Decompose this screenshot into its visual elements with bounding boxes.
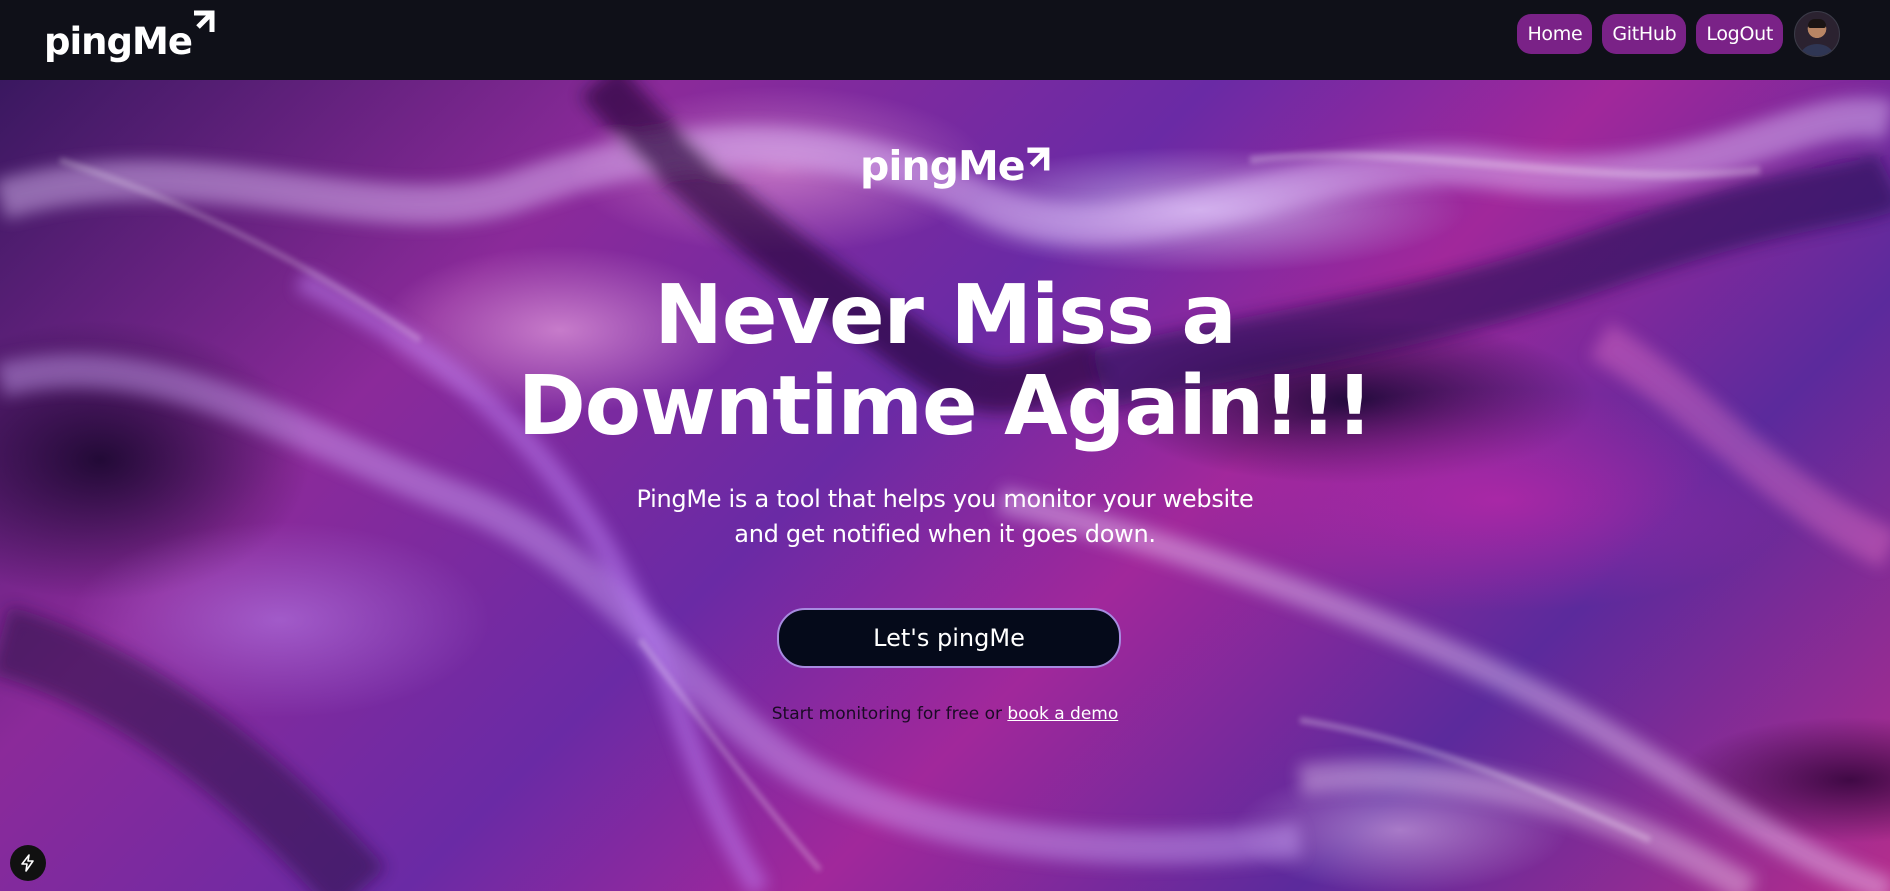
nav-links: Home GitHub LogOut: [1517, 11, 1840, 57]
hero-headline: Never Miss a Downtime Again!!!: [0, 270, 1890, 452]
book-demo-link[interactable]: book a demo: [1007, 704, 1118, 724]
hero-section: pingMe Never Miss a Downtime Again!!! Pi…: [0, 80, 1890, 891]
hero-logo: pingMe: [860, 146, 1051, 187]
top-navbar: pingMe Home GitHub LogOut: [0, 0, 1890, 80]
user-avatar[interactable]: [1794, 11, 1840, 57]
arrow-corner-icon: [1021, 146, 1051, 180]
lets-pingme-button[interactable]: Let's pingMe: [777, 608, 1121, 668]
hero-content: pingMe Never Miss a Downtime Again!!! Pi…: [0, 80, 1890, 891]
dev-indicator-badge[interactable]: [10, 845, 46, 881]
avatar-hair: [1808, 19, 1826, 28]
footnote-text: Start monitoring for free or: [771, 704, 1008, 724]
nav-logo[interactable]: pingMe: [44, 10, 216, 60]
hero-subtext: PingMe is a tool that helps you monitor …: [0, 482, 1890, 552]
hero-footnote: Start monitoring for free or book a demo: [0, 704, 1890, 724]
subtext-line-1: PingMe is a tool that helps you monitor …: [636, 485, 1254, 513]
headline-line-1: Never Miss a: [654, 268, 1236, 363]
hero-logo-text: pingMe: [860, 142, 1026, 190]
arrow-corner-icon: [188, 10, 216, 40]
headline-line-2: Downtime Again!!!: [517, 359, 1374, 454]
nav-logo-text: pingMe: [44, 20, 193, 63]
lightning-icon: [21, 854, 34, 872]
nav-github-button[interactable]: GitHub: [1602, 14, 1687, 54]
nav-logout-button[interactable]: LogOut: [1696, 14, 1783, 54]
nav-home-button[interactable]: Home: [1517, 14, 1593, 54]
avatar-shoulders: [1801, 44, 1833, 56]
subtext-line-2: and get notified when it goes down.: [734, 520, 1156, 548]
